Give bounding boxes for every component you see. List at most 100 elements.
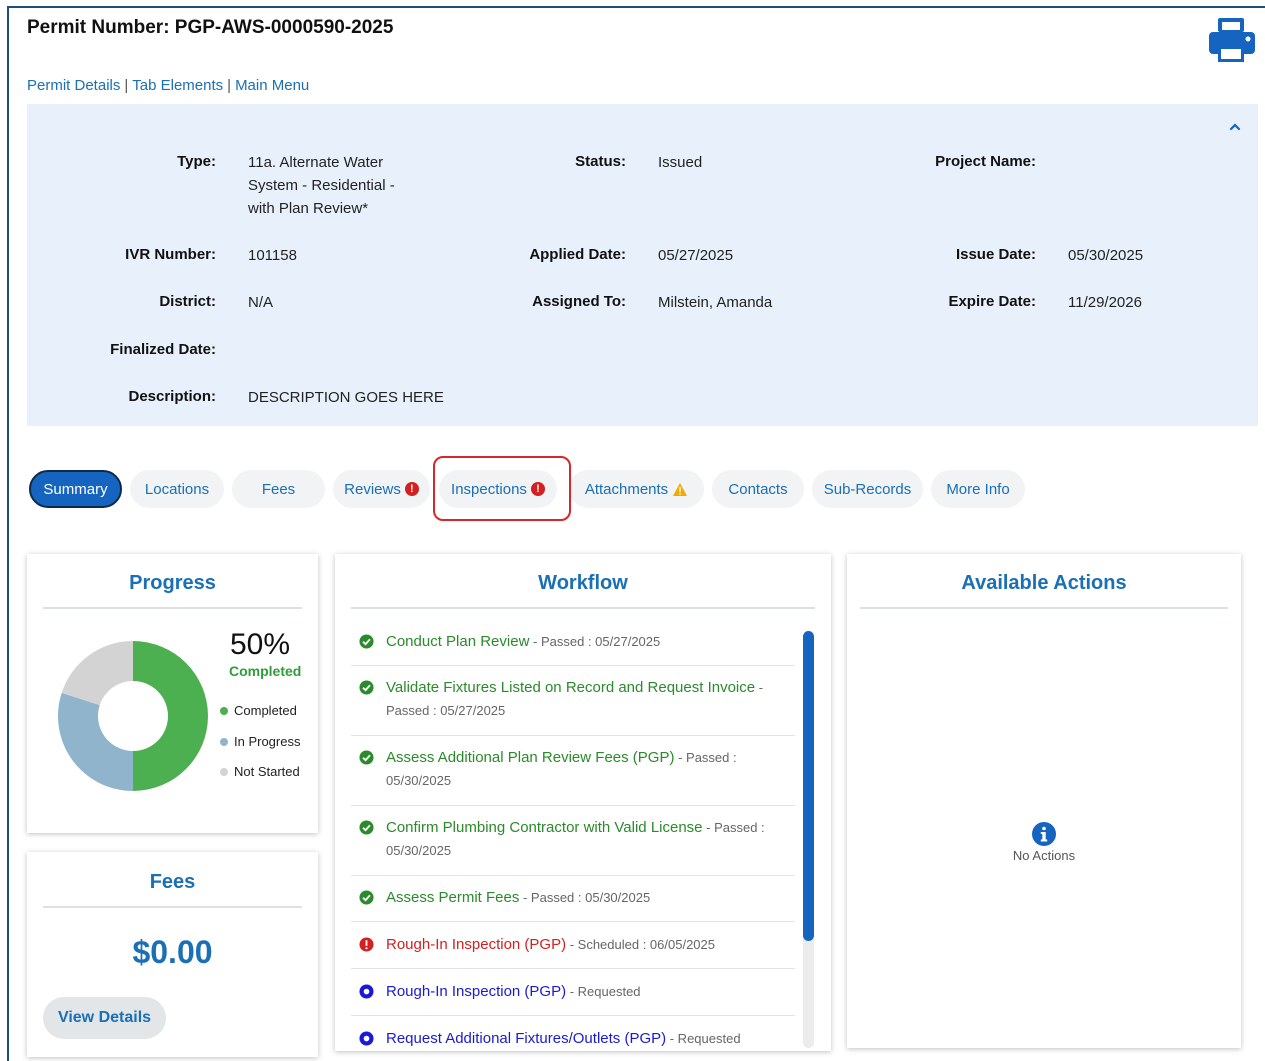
tab-locations[interactable]: Locations: [130, 470, 224, 508]
workflow-step-status: - Requested: [566, 984, 641, 999]
workflow-step-name: Assess Permit Fees: [386, 889, 520, 906]
available-actions-title: Available Actions: [961, 572, 1127, 594]
link-separator: |: [227, 77, 232, 94]
workflow-step-status: - Passed : 05/27/2025: [529, 634, 661, 649]
divider: [43, 607, 302, 609]
workflow-item[interactable]: Conduct Plan Review - Passed : 05/27/202…: [351, 630, 795, 666]
permit-details-panel: Type: 11a. Alternate Water System - Resi…: [27, 104, 1258, 426]
available-actions-card: Available Actions No Actions: [847, 554, 1241, 1048]
workflow-step-status: - Scheduled : 06/05/2025: [566, 937, 715, 952]
tab-label: Contacts: [728, 480, 788, 498]
warning-icon: [673, 482, 688, 496]
check-circle-icon: [359, 890, 374, 905]
legend-in-progress: In Progress: [220, 734, 300, 749]
issue-date-label: Issue Date:: [955, 246, 1036, 263]
description-value: DESCRIPTION GOES HERE: [248, 389, 444, 406]
workflow-list: Conduct Plan Review - Passed : 05/27/202…: [351, 616, 795, 1046]
workflow-item[interactable]: Confirm Plumbing Contractor with Valid L…: [351, 816, 795, 876]
tab-more-info[interactable]: More Info: [931, 470, 1025, 508]
view-details-button[interactable]: View Details: [43, 997, 166, 1039]
tab-summary[interactable]: Summary: [29, 470, 122, 508]
finalized-date-label: Finalized Date:: [110, 341, 216, 358]
no-actions-text: No Actions: [1012, 848, 1076, 863]
status-label: Status:: [575, 153, 626, 170]
chevron-up-icon[interactable]: [1228, 120, 1242, 134]
info-icon: [1032, 822, 1056, 846]
legend-completed: Completed: [220, 703, 297, 718]
tab-label: Sub-Records: [823, 480, 912, 498]
check-circle-icon: [359, 634, 374, 649]
workflow-step-name: Validate Fixtures Listed on Record and R…: [386, 679, 756, 696]
tab-sub-records[interactable]: Sub-Records: [812, 470, 923, 508]
fees-title: Fees: [149, 871, 196, 893]
workflow-step-name: Assess Additional Plan Review Fees (PGP): [386, 749, 675, 766]
workflow-item[interactable]: Assess Permit Fees - Passed : 05/30/2025: [351, 886, 795, 922]
divider: [351, 607, 815, 609]
workflow-scrollbar-thumb[interactable]: [803, 631, 814, 941]
tab-attachments[interactable]: Attachments: [569, 470, 704, 508]
check-circle-icon: [359, 750, 374, 765]
tab-contacts[interactable]: Contacts: [712, 470, 804, 508]
workflow-item[interactable]: Rough-In Inspection (PGP) - Scheduled : …: [351, 933, 795, 969]
progress-donut-chart: [58, 641, 208, 791]
completed-dot-icon: [220, 706, 228, 715]
not-started-dot-icon: [220, 767, 228, 776]
dot-circle-icon: [359, 984, 374, 999]
applied-date-label: Applied Date:: [529, 246, 626, 263]
type-label: Type:: [177, 153, 216, 170]
applied-date-value: 05/27/2025: [658, 247, 734, 264]
fees-amount: $0.00: [132, 934, 213, 970]
progress-percent-caption: Completed: [229, 663, 302, 679]
divider: [860, 607, 1228, 609]
tab-elements-link[interactable]: Tab Elements: [132, 77, 223, 94]
fees-card: Fees $0.00 View Details: [27, 852, 318, 1057]
not-started-segment: [61, 641, 133, 706]
tab-label: Locations: [144, 480, 210, 498]
workflow-item[interactable]: Request Additional Fixtures/Outlets (PGP…: [351, 1027, 795, 1046]
error-alert-icon: !: [404, 482, 419, 496]
workflow-step-name: Conduct Plan Review: [386, 633, 530, 650]
legend-label: Not Started: [234, 764, 300, 779]
progress-card: Progress 50% Completed Completed In Prog…: [27, 554, 318, 833]
expire-date-label: Expire Date:: [948, 293, 1036, 310]
workflow-step-status: - Passed : 05/30/2025: [519, 890, 651, 905]
workflow-step-status: - Requested: [666, 1031, 741, 1046]
in-progress-segment: [58, 692, 133, 791]
tab-label: More Info: [946, 480, 1010, 498]
district-value: N/A: [248, 294, 274, 311]
progress-title: Progress: [129, 572, 216, 594]
completed-segment: [133, 641, 208, 791]
legend-label: Completed: [234, 703, 297, 718]
district-label: District:: [159, 293, 216, 310]
permit-details-link[interactable]: Permit Details: [27, 77, 120, 94]
dot-circle-icon: [359, 1031, 374, 1046]
tab-label: Reviews: [344, 480, 401, 498]
legend-label: In Progress: [234, 734, 301, 749]
tab-fees[interactable]: Fees: [232, 470, 325, 508]
link-separator: |: [124, 77, 129, 94]
type-value: 11a. Alternate Water System - Residentia…: [248, 154, 395, 217]
page-title: Permit Number: PGP-AWS-0000590-2025: [27, 17, 394, 38]
tab-label: Attachments: [584, 480, 669, 498]
tab-reviews[interactable]: Reviews!: [333, 470, 430, 508]
progress-percent: 50%: [230, 628, 291, 661]
check-circle-icon: [359, 820, 374, 835]
divider: [43, 906, 302, 908]
expire-date-value: 11/29/2026: [1068, 294, 1142, 311]
status-value: Issued: [658, 154, 703, 171]
ivr-number-value: 101158: [248, 247, 297, 264]
workflow-item[interactable]: Validate Fixtures Listed on Record and R…: [351, 676, 795, 736]
workflow-item[interactable]: Rough-In Inspection (PGP) - Requested: [351, 980, 795, 1016]
project-name-label: Project Name:: [935, 153, 1036, 170]
tab-label: Fees: [261, 480, 296, 498]
workflow-item[interactable]: Assess Additional Plan Review Fees (PGP)…: [351, 746, 795, 806]
exclamation-circle-icon: [359, 937, 374, 952]
legend-not-started: Not Started: [220, 764, 300, 779]
print-icon[interactable]: [1206, 14, 1258, 66]
workflow-step-name: Request Additional Fixtures/Outlets (PGP…: [386, 1030, 667, 1046]
main-menu-link[interactable]: Main Menu: [235, 77, 309, 94]
description-label: Description:: [128, 388, 216, 405]
assigned-to-label: Assigned To:: [532, 293, 626, 310]
inspections-highlight-annotation: [433, 456, 571, 521]
breadcrumb: Permit Details | Tab Elements | Main Menu: [27, 77, 309, 94]
